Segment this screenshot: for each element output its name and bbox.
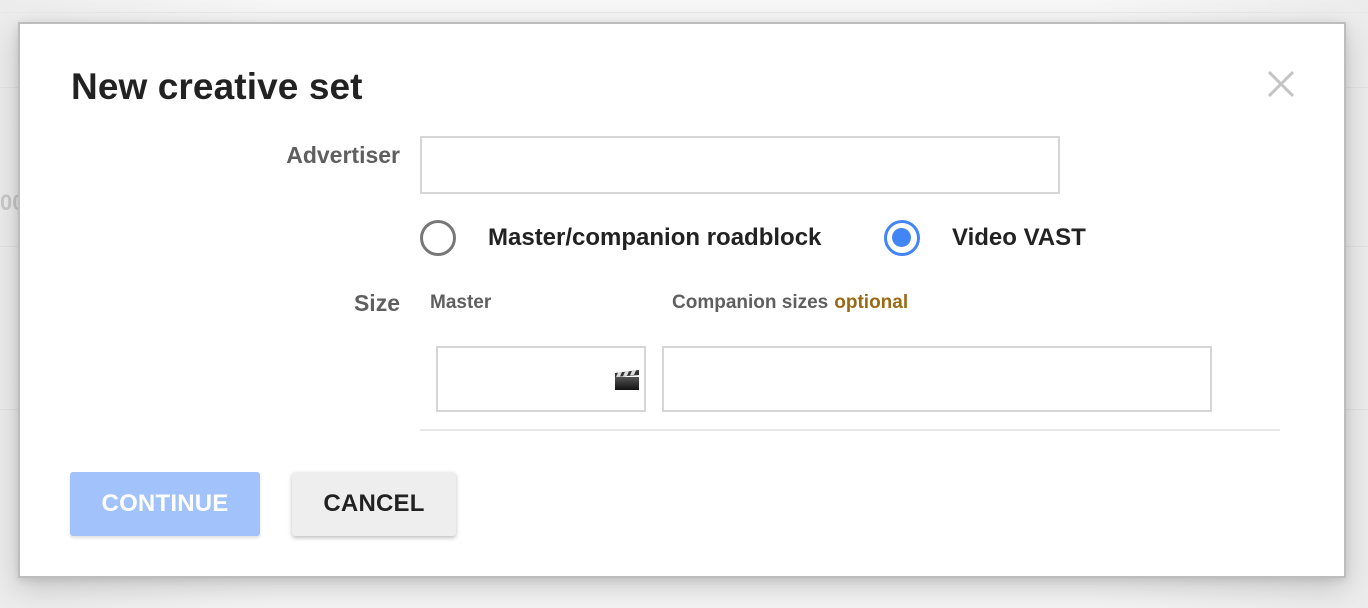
advertiser-label: Advertiser <box>286 142 400 168</box>
close-button[interactable] <box>1265 68 1297 100</box>
radio-label: Master/companion roadblock <box>488 224 822 251</box>
radio-label: Video VAST <box>952 224 1086 251</box>
radio-video-vast[interactable]: Video VAST <box>884 220 1086 256</box>
companion-sizes-text: Companion sizes <box>672 292 829 313</box>
radio-checked-icon <box>884 220 920 256</box>
video-clapperboard-icon <box>614 369 640 391</box>
continue-button[interactable]: CONTINUE <box>70 472 260 536</box>
background-divider <box>0 12 1368 13</box>
close-icon <box>1267 70 1295 98</box>
radio-unchecked-icon <box>420 220 456 256</box>
optional-tag: optional <box>834 292 909 313</box>
form-divider <box>420 429 1280 431</box>
dialog-title: New creative set <box>71 66 363 107</box>
master-size-label: Master <box>430 292 492 313</box>
cancel-button[interactable]: CANCEL <box>292 472 456 536</box>
radio-master-companion-roadblock[interactable]: Master/companion roadblock <box>420 220 821 256</box>
size-label: Size <box>353 290 400 316</box>
new-creative-set-dialog: New creative set Advertiser Master/compa… <box>18 22 1346 578</box>
advertiser-input[interactable] <box>420 136 1060 194</box>
companion-sizes-label: Companion sizes optional <box>672 292 908 314</box>
companion-sizes-input[interactable] <box>662 346 1212 412</box>
